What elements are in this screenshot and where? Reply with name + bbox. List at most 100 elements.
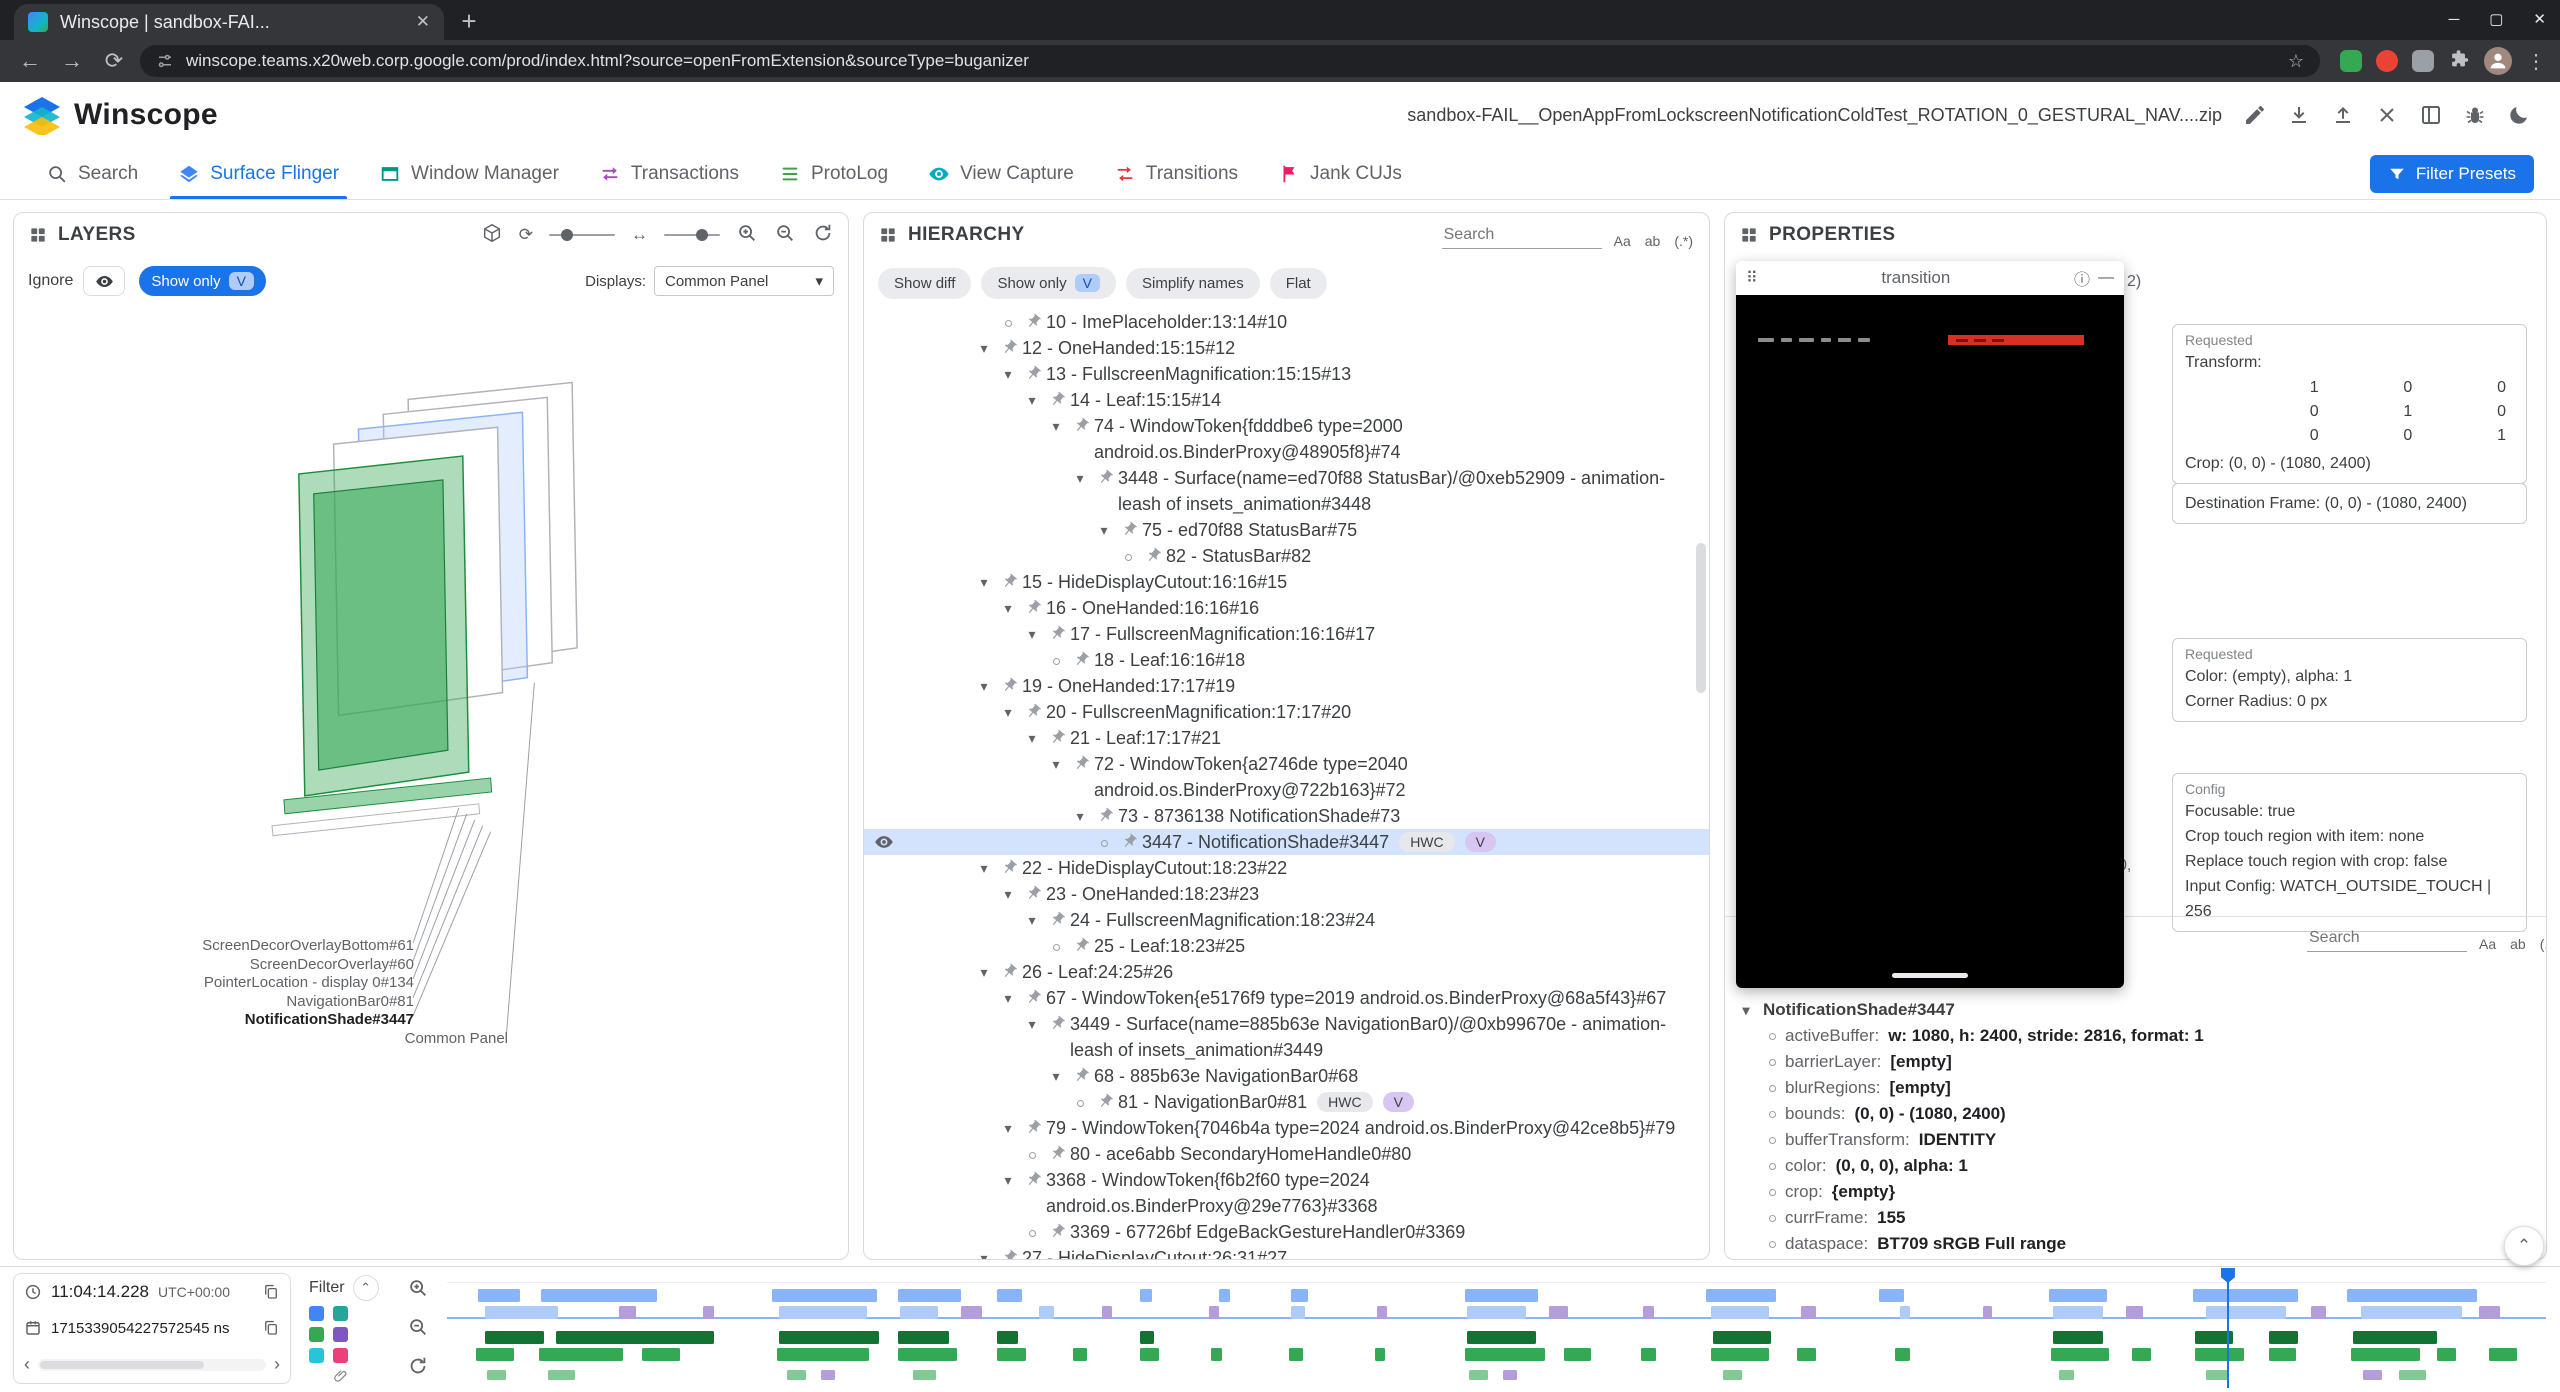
tab-window-manager[interactable]: Window Manager [359,148,579,199]
filter-presets-button[interactable]: Filter Presets [2370,155,2534,193]
panel-collapse-icon[interactable] [878,225,898,245]
tree-node[interactable]: ▾15 - HideDisplayCutout:16:16#15 [864,569,1709,595]
timeline-canvas[interactable] [447,1267,2546,1392]
timeline-segment[interactable] [2489,1348,2516,1361]
timeline-segment[interactable] [556,1331,713,1344]
timeline-segment[interactable] [898,1348,957,1361]
bug-report-icon[interactable] [2456,96,2494,134]
scroll-left-icon[interactable]: ‹ [24,1354,30,1375]
timeline-segment[interactable] [2479,1306,2500,1319]
trace-type-icon[interactable] [309,1306,324,1321]
collapse-icon[interactable]: ▾ [996,1115,1020,1141]
timeline-segment[interactable] [898,1331,948,1344]
timeline-segment[interactable] [2353,1331,2437,1344]
collapse-icon[interactable]: ▾ [1068,803,1092,829]
timeline-segment[interactable] [1706,1289,1775,1302]
timeline-segment[interactable] [2053,1331,2103,1344]
pin-icon[interactable] [1020,699,1046,720]
property-item[interactable]: color:(0, 0, 0), alpha: 1 [1737,1153,2540,1179]
pin-icon[interactable] [1020,361,1046,382]
pin-icon[interactable] [1140,543,1166,564]
tree-node[interactable]: 3369 - 67726bf EdgeBackGestureHandler0#3… [864,1219,1709,1245]
regex-icon[interactable]: (.*) [2538,936,2547,952]
timeline-segment[interactable] [476,1348,514,1361]
tree-node[interactable]: ▾24 - FullscreenMagnification:18:23#24 [864,907,1709,933]
timeline-segment[interactable] [2347,1289,2477,1302]
pin-icon[interactable] [1020,881,1046,902]
timeline-segment[interactable] [787,1370,806,1380]
timeline-segment[interactable] [997,1348,1026,1361]
timeline-segment[interactable] [1140,1348,1159,1361]
pin-icon[interactable] [1020,1167,1046,1188]
timeline-segment[interactable] [997,1289,1022,1302]
timeline-segment[interactable] [2053,1306,2103,1319]
property-item[interactable]: activeBuffer:w: 1080, h: 2400, stride: 2… [1737,1023,2540,1049]
timeline-segment[interactable] [1467,1306,1526,1319]
zoom-out-icon[interactable] [774,222,796,249]
timeline-segment[interactable] [1219,1289,1229,1302]
bookmark-star-icon[interactable]: ☆ [2288,51,2304,72]
collapse-icon[interactable]: ▾ [1092,517,1116,543]
tree-node[interactable]: ▾12 - OneHanded:15:15#12 [864,335,1709,361]
tree-node[interactable]: 3447 - NotificationShade#3447HWCV [864,829,1709,855]
timeline-segment[interactable] [1900,1306,1910,1319]
displays-select[interactable]: Common Panel ▾ [654,266,834,296]
tab-jank-cujs[interactable]: Jank CUJs [1258,148,1422,199]
copy-icon[interactable] [262,1283,280,1301]
collapse-timeline-button[interactable]: ⌃ [2504,1226,2544,1266]
window-maximize-icon[interactable]: ▢ [2489,10,2503,28]
timeline-segment[interactable] [1797,1348,1816,1361]
tree-node[interactable]: ▾23 - OneHanded:18:23#23 [864,881,1709,907]
collapse-icon[interactable]: ▾ [1020,387,1044,413]
panel-collapse-icon[interactable] [28,225,48,245]
filter-collapse-icon[interactable]: ⌃ [353,1275,379,1301]
tree-node[interactable]: 18 - Leaf:16:16#18 [864,647,1709,673]
collapse-icon[interactable]: ▾ [972,855,996,881]
timeline-segment[interactable] [1723,1370,1742,1380]
collapse-icon[interactable]: ▾ [996,361,1020,387]
timeline-segment[interactable] [548,1370,575,1380]
collapse-icon[interactable]: ▾ [1044,751,1068,777]
timeline-segment[interactable] [1377,1306,1387,1319]
timeline-segment[interactable] [1711,1306,1770,1319]
timeline-segment[interactable] [913,1370,936,1380]
layer-label[interactable]: ScreenDecorOverlay#60 [14,956,414,975]
filter-chip-show-only[interactable]: Show onlyV [981,267,1116,299]
timeline-segment[interactable] [2051,1348,2110,1361]
tree-node[interactable]: 81 - NavigationBar0#81HWCV [864,1089,1709,1115]
edit-icon[interactable] [2236,96,2274,134]
clear-icon[interactable] [2368,96,2406,134]
timeline-segment[interactable] [900,1306,938,1319]
hierarchy-search-input[interactable] [1442,222,1602,249]
layer-label[interactable]: PointerLocation - display 0#134 [14,974,414,993]
pin-icon[interactable] [1068,647,1094,668]
tree-node[interactable]: ▾72 - WindowToken{a2746de type=2040 andr… [864,751,1709,803]
pin-icon[interactable] [1092,465,1118,486]
tree-node[interactable]: ▾79 - WindowToken{7046b4a type=2024 andr… [864,1115,1709,1141]
scroll-thumb[interactable] [40,1361,204,1369]
zoom-in-icon[interactable] [736,222,758,249]
browser-tab[interactable]: Winscope | sandbox-FAI... ✕ [14,4,444,40]
timeline-segment[interactable] [1291,1306,1306,1319]
upload-icon[interactable] [2324,96,2362,134]
tree-node[interactable]: ▾3449 - Surface(name=885b63e NavigationB… [864,1011,1709,1063]
tree-node[interactable]: 25 - Leaf:18:23#25 [864,933,1709,959]
pin-icon[interactable] [996,959,1022,980]
timeline-segment[interactable] [1564,1348,1591,1361]
window-close-icon[interactable]: ✕ [2533,10,2546,28]
tree-node[interactable]: ▾3448 - Surface(name=ed70f88 StatusBar)/… [864,465,1709,517]
match-case-icon[interactable]: Aa [2477,936,2498,952]
tab-protolog[interactable]: ProtoLog [759,148,908,199]
trace-type-icon[interactable] [333,1327,348,1342]
timeline-segment[interactable] [1209,1306,1219,1319]
collapse-icon[interactable]: ▾ [972,673,996,699]
zoom-reset-icon[interactable] [407,1355,429,1382]
timeline-segment[interactable] [2206,1306,2286,1319]
scroll-track[interactable] [38,1359,266,1371]
layers-3d-canvas[interactable] [14,305,848,1259]
address-bar[interactable]: winscope.teams.x20web.corp.google.com/pr… [140,45,2320,77]
tree-node[interactable]: ▾73 - 8736138 NotificationShade#73 [864,803,1709,829]
timeline-segment[interactable] [1465,1289,1538,1302]
property-item[interactable]: crop:{empty} [1737,1179,2540,1205]
forward-icon[interactable]: → [56,48,88,74]
